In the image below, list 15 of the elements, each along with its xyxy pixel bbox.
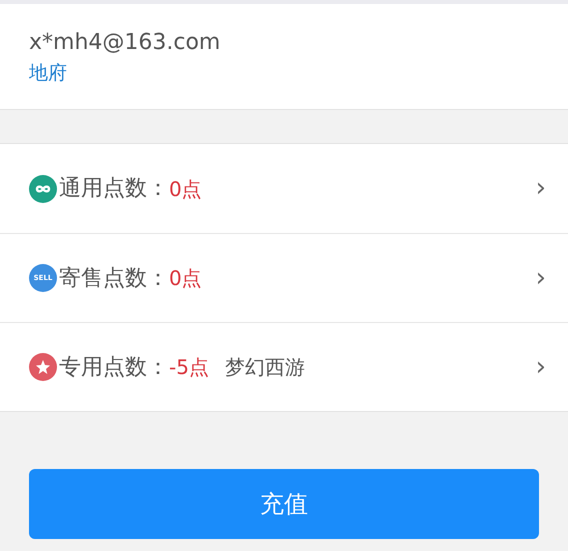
chevron-icon: ›	[536, 258, 546, 298]
server-name: 地府	[29, 61, 67, 86]
points-label: 专用点数：	[59, 354, 169, 382]
points-value: 0点	[169, 265, 202, 292]
points-label: 寄售点数：	[59, 264, 169, 292]
points-row[interactable]: 通用点数：0点 ›	[0, 144, 568, 233]
account-email: x*mh4@163.com	[29, 29, 220, 57]
chevron-icon: ›	[536, 169, 546, 208]
points-value: -5点	[169, 354, 209, 381]
infinity-icon	[29, 174, 57, 202]
points-row[interactable]: 专用点数：-5点 梦幻西游 ›	[0, 322, 568, 411]
chevron-icon: ›	[536, 348, 546, 386]
game-name: 梦幻西游	[224, 354, 305, 381]
points-label: 通用点数：	[59, 175, 169, 203]
points-value: 0点	[169, 176, 202, 202]
